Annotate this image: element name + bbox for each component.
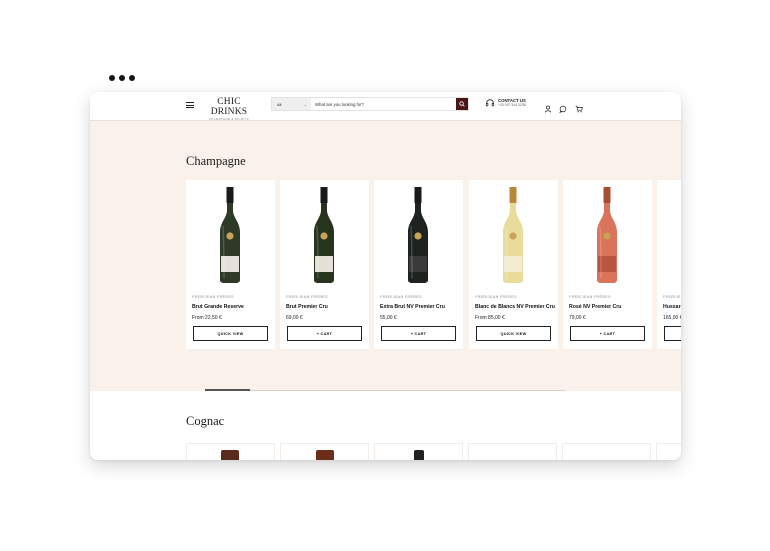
contact-phone: +33 097 344 32/80: [498, 103, 527, 107]
quick-view-button[interactable]: QUICK VIEW: [193, 326, 268, 341]
product-name[interactable]: Brut Grande Reserve: [192, 304, 244, 310]
bottle-image: [503, 187, 523, 283]
menu-icon[interactable]: [186, 102, 194, 108]
product-price: 165,00 €: [663, 315, 681, 321]
bottle-image: [314, 187, 334, 283]
cart-icon[interactable]: [575, 100, 583, 113]
product-card[interactable]: FRERIJEAN FRÈRES Extra Brut NV Premier Cr…: [374, 180, 463, 349]
add-to-cart-button[interactable]: + CART: [287, 326, 362, 341]
logo[interactable]: CHIC DRINKS CHAMPAGNE & SPIRITS: [200, 97, 258, 121]
product-brand: FRERIJEAN FRÈRES: [663, 295, 681, 299]
product-brand: FRERIJEAN FRÈRES: [192, 295, 234, 299]
chevron-down-icon: ⌄: [303, 102, 307, 107]
product-name[interactable]: Blanc de Blancs NV Premier Cru: [475, 304, 555, 310]
window-dots: [109, 75, 135, 81]
product-name[interactable]: Brut Premier Cru: [286, 304, 328, 310]
product-card[interactable]: FRERIJEAN FRÈRES Brut Premier Cru 69,00 € +…: [280, 180, 369, 349]
product-price: 55,00 €: [380, 315, 397, 321]
search-bar: All ⌄: [271, 97, 469, 111]
product-price: From 22,50 €: [192, 315, 222, 321]
add-to-cart-button[interactable]: + CART: [570, 326, 645, 341]
product-card[interactable]: FRERIJEAN FRÈRES Blanc de Blancs NV Premi…: [469, 180, 558, 349]
section-title: Champagne: [186, 154, 246, 168]
site-header: CHIC DRINKS CHAMPAGNE & SPIRITS All ⌄ CO…: [90, 92, 681, 121]
product-card[interactable]: [656, 443, 681, 460]
bottle-image: [221, 450, 239, 460]
product-price: From 85,00 €: [475, 315, 505, 321]
product-card[interactable]: [562, 443, 651, 460]
bottle-image: [597, 187, 617, 283]
product-brand: FRERIJEAN FRÈRES: [475, 295, 517, 299]
champagne-section: Champagne FRERIJEAN FRÈRES Brut Grande Re…: [90, 121, 681, 391]
product-brand: FRERIJEAN FRÈRES: [286, 295, 328, 299]
add-to-cart-button[interactable]: + CART: [381, 326, 456, 341]
bottle-image: [414, 450, 424, 460]
product-card[interactable]: [468, 443, 557, 460]
product-name[interactable]: Hussard: [663, 304, 681, 310]
quick-view-button[interactable]: QUICK VIEW: [476, 326, 551, 341]
bottle-image: [220, 187, 240, 283]
product-name[interactable]: Rosé NV Premier Cru: [569, 304, 621, 310]
logo-text: CHIC DRINKS: [210, 97, 248, 117]
user-icon[interactable]: [544, 100, 552, 113]
chat-icon[interactable]: [559, 100, 567, 114]
search-input[interactable]: [311, 98, 456, 110]
product-name[interactable]: Extra Brut NV Premier Cru: [380, 304, 445, 310]
section-title: Cognac: [186, 414, 225, 428]
product-card[interactable]: FRERIJEAN FRÈRES Hussard 165,00 € + CART: [657, 180, 681, 349]
search-category-select[interactable]: All ⌄: [272, 98, 311, 110]
product-card[interactable]: FRERIJEAN FRÈRES Rosé NV Premier Cru 79,00…: [563, 180, 652, 349]
bottle-image: [408, 187, 428, 283]
headset-icon: [485, 99, 495, 107]
search-category-value: All: [277, 101, 282, 107]
contact-us[interactable]: CONTACT US +33 097 344 32/80: [485, 98, 526, 108]
product-price: 79,00 €: [569, 315, 586, 321]
browser-frame: CHIC DRINKS CHAMPAGNE & SPIRITS All ⌄ CO…: [90, 92, 681, 460]
add-to-cart-button[interactable]: + CART: [664, 326, 681, 341]
search-icon: [459, 101, 465, 107]
product-brand: FRERIJEAN FRÈRES: [380, 295, 422, 299]
bottle-image: [316, 450, 334, 460]
product-brand: FRERIJEAN FRÈRES: [569, 295, 611, 299]
product-card[interactable]: FRERIJEAN FRÈRES Brut Grande Reserve From …: [186, 180, 275, 349]
product-price: 69,00 €: [286, 315, 303, 321]
cognac-section: Cognac: [90, 391, 681, 460]
search-button[interactable]: [456, 98, 468, 110]
